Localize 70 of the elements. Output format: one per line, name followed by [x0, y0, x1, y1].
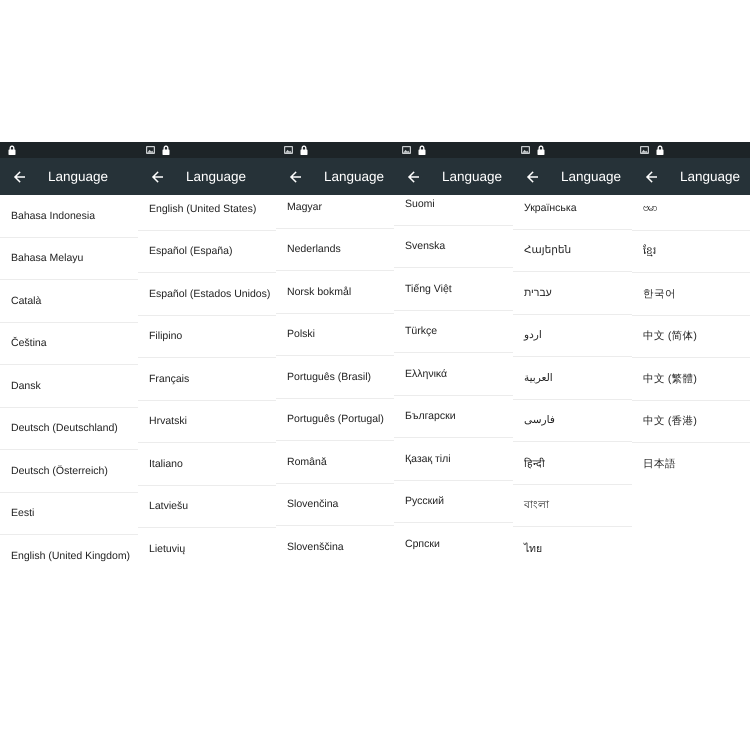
screen-title: Language [186, 169, 246, 184]
language-item[interactable]: ဗမာ [632, 195, 750, 230]
screen-title: Language [680, 169, 740, 184]
language-item[interactable]: Română [276, 441, 394, 484]
language-item[interactable]: Español (Estados Unidos) [138, 273, 276, 316]
lock-icon [656, 145, 664, 155]
language-item[interactable]: Français [138, 358, 276, 400]
language-item[interactable]: ខ្មែរ [632, 230, 750, 273]
language-item[interactable]: Bahasa Indonesia [0, 195, 138, 238]
language-item[interactable]: Deutsch (Österreich) [0, 450, 138, 492]
language-item[interactable]: Català [0, 280, 138, 322]
back-icon[interactable] [289, 170, 301, 182]
language-item[interactable]: English (United Kingdom) [0, 535, 138, 578]
language-item[interactable]: Latviešu [138, 486, 276, 528]
language-item[interactable]: 日本語 [632, 443, 750, 486]
language-item[interactable]: Русский [394, 480, 513, 523]
language-item[interactable]: Slovenščina [276, 526, 394, 568]
language-item[interactable]: Filipino [138, 316, 276, 358]
lock-icon [162, 145, 170, 155]
language-item[interactable]: Türkçe [394, 310, 513, 353]
screen-title: Language [48, 169, 108, 184]
screen-title: Language [324, 169, 384, 184]
language-item[interactable]: Ελληνικά [394, 353, 513, 396]
language-item[interactable]: Português (Brasil) [276, 356, 394, 398]
language-item[interactable]: العربية [513, 357, 632, 400]
language-item[interactable]: 中文 (繁體) [632, 358, 750, 400]
language-item[interactable]: 中文 (简体) [632, 316, 750, 358]
screen-title: Language [442, 169, 502, 184]
language-item[interactable]: Српски [394, 523, 513, 566]
language-item[interactable]: Deutsch (Deutschland) [0, 408, 138, 450]
language-item[interactable]: Magyar [276, 195, 394, 228]
language-item[interactable]: Italiano [138, 443, 276, 486]
lock-icon [8, 145, 16, 155]
language-item[interactable]: Nederlands [276, 228, 394, 271]
language-item[interactable]: Қазақ тілі [394, 438, 513, 480]
language-item[interactable]: עברית [513, 272, 632, 314]
language-item[interactable]: Hrvatski [138, 400, 276, 443]
language-item[interactable]: Português (Portugal) [276, 398, 394, 441]
language-item[interactable]: فارسی [513, 400, 632, 442]
language-item[interactable]: Español (España) [138, 230, 276, 273]
language-item[interactable]: 中文 (香港) [632, 400, 750, 443]
language-item[interactable]: Lietuvių [138, 528, 276, 570]
language-item[interactable]: Tiếng Việt [394, 268, 513, 310]
language-item[interactable]: Українська [513, 195, 632, 230]
language-item[interactable]: ไทย [513, 527, 632, 570]
language-item[interactable]: Bahasa Melayu [0, 238, 138, 280]
language-item[interactable]: Slovenčina [276, 484, 394, 526]
lock-icon [300, 145, 308, 155]
back-icon[interactable] [13, 170, 25, 182]
lock-icon [418, 145, 426, 155]
language-item[interactable]: हिन्दी [513, 442, 632, 484]
language-item[interactable]: اردو [513, 314, 632, 357]
language-item[interactable]: Български [394, 396, 513, 438]
language-item[interactable]: Svenska [394, 226, 513, 268]
language-item[interactable]: English (United States) [138, 195, 276, 230]
back-icon[interactable] [645, 170, 657, 182]
screen-title: Language [561, 169, 622, 184]
language-item[interactable]: Eesti [0, 492, 138, 535]
back-icon[interactable] [151, 170, 163, 182]
language-item[interactable]: Suomi [394, 195, 513, 226]
language-item[interactable]: 한국어 [632, 273, 750, 316]
back-icon[interactable] [407, 170, 419, 182]
language-item[interactable]: Polski [276, 314, 394, 356]
language-item[interactable]: Հայերեն [513, 230, 632, 272]
lock-icon [537, 145, 545, 155]
language-item[interactable]: Čeština [0, 322, 138, 365]
back-icon[interactable] [526, 170, 538, 182]
language-item[interactable]: বাংলা [513, 484, 632, 527]
language-item[interactable]: Dansk [0, 365, 138, 408]
language-item[interactable]: Norsk bokmål [276, 271, 394, 314]
